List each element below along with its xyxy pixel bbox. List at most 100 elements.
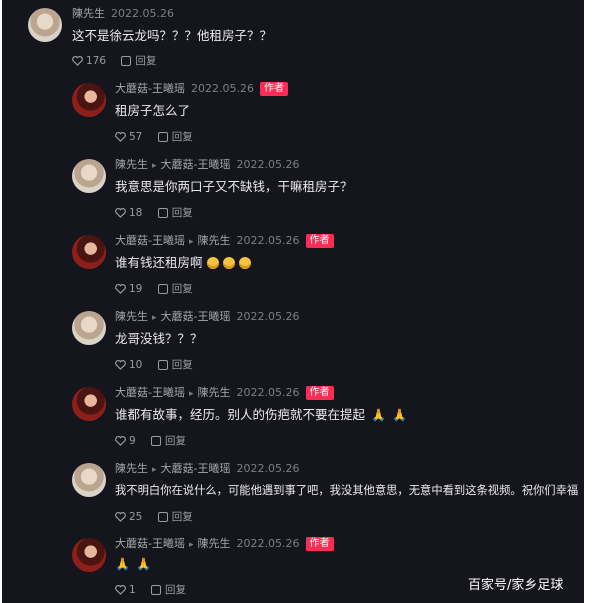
reply-label: 回复 — [171, 283, 193, 295]
comment-text: 我意思是你两口子又不缺钱，干嘛租房子？ — [115, 179, 353, 194]
like-count: 25 — [129, 511, 143, 523]
comment-date: 2022.05.26 — [190, 82, 254, 95]
heart-outline-icon[interactable] — [115, 132, 126, 142]
reply-button[interactable]: 回复 — [157, 511, 193, 523]
author-name[interactable]: 陳先生 — [115, 158, 148, 171]
reply-icon — [151, 436, 162, 446]
comment-text: 🙏 🙏 — [115, 555, 157, 573]
avatar[interactable] — [28, 8, 62, 42]
like-count: 57 — [129, 131, 143, 143]
reply-label: 回复 — [171, 207, 193, 219]
comment-meta: 大蘑菇-王曦瑶 2022.05.26 作者 — [115, 81, 288, 97]
reply-arrow-icon: ▸ — [188, 237, 194, 247]
reply-button[interactable]: 回复 — [157, 359, 193, 371]
author-name[interactable]: 大蘑菇-王曦瑶 — [115, 386, 185, 399]
reply-arrow-icon: ▸ — [188, 389, 194, 399]
comment-meta: 陳先生 ▸ 大蘑菇-王曦瑶 2022.05.26 — [115, 309, 300, 325]
comment-text: 这不是徐云龙吗？？？他租房子？？ — [72, 28, 273, 43]
heart-outline-icon[interactable] — [115, 360, 126, 370]
reply-icon — [157, 284, 168, 294]
comment-actions: 57 回复 — [115, 129, 193, 145]
reply-label: 回复 — [171, 131, 193, 143]
heart-outline-icon[interactable] — [115, 436, 126, 446]
praying-hands-icon: 🙏 — [135, 557, 151, 571]
avatar[interactable] — [72, 463, 106, 497]
reply-icon — [157, 208, 168, 218]
reply-icon — [157, 512, 168, 522]
comment-actions: 19 回复 — [115, 281, 193, 297]
praying-hands-icon: 🙏 — [391, 408, 407, 422]
avatar[interactable] — [72, 83, 106, 117]
praying-hands-icon: 🙏 — [115, 557, 130, 571]
like-count: 1 — [129, 584, 136, 596]
reply-label: 回复 — [135, 55, 157, 67]
heart-outline-icon[interactable] — [115, 208, 126, 218]
comment-meta: 陳先生 ▸ 大蘑菇-王曦瑶 2022.05.26 — [115, 461, 300, 477]
comment-item: 大蘑菇-王曦瑶 ▸ 陳先生 2022.05.26 作者 谁有钱还租房啊 19 回复 — [2, 228, 584, 304]
reply-button[interactable]: 回复 — [121, 55, 156, 67]
reply-button[interactable]: 回复 — [157, 283, 193, 295]
author-name[interactable]: 陳先生 — [72, 7, 105, 20]
reply-to-name[interactable]: 大蘑菇-王曦瑶 — [161, 462, 231, 475]
comment-text: 我不明白你在说什么，可能他遇到事了吧，我没其他意思，无意中看到这条视频。祝你们幸… — [115, 484, 579, 497]
reply-button[interactable]: 回复 — [151, 435, 186, 447]
comment-actions: 25 回复 — [115, 509, 193, 525]
author-badge: 作者 — [305, 386, 334, 400]
comment-date: 2022.05.26 — [236, 537, 300, 550]
like-count: 18 — [129, 207, 143, 219]
comment-actions: 9 回复 — [115, 433, 186, 449]
heart-outline-icon[interactable] — [115, 512, 126, 522]
author-name[interactable]: 大蘑菇-王曦瑶 — [115, 234, 185, 247]
like-count: 9 — [129, 435, 136, 447]
reply-to-name[interactable]: 陳先生 — [198, 386, 231, 399]
reply-to-name[interactable]: 陳先生 — [198, 234, 231, 247]
comment-text: 谁有钱还租房啊 — [115, 254, 251, 272]
reply-icon — [157, 132, 168, 142]
comment-meta: 大蘑菇-王曦瑶 ▸ 陳先生 2022.05.26 作者 — [115, 385, 334, 401]
avatar[interactable] — [72, 159, 106, 193]
comment-actions: 18 回复 — [115, 205, 193, 221]
reply-label: 回复 — [171, 511, 193, 523]
heart-outline-icon[interactable] — [115, 585, 126, 595]
reply-label: 回复 — [165, 435, 187, 447]
comment-panel: 陳先生 2022.05.26 这不是徐云龙吗？？？他租房子？？ 176 回复 大蘑… — [2, 0, 584, 603]
comment-item: 陳先生 2022.05.26 这不是徐云龙吗？？？他租房子？？ 176 回复 — [2, 0, 584, 76]
comment-meta: 大蘑菇-王曦瑶 ▸ 陳先生 2022.05.26 作者 — [115, 233, 334, 249]
author-name[interactable]: 大蘑菇-王曦瑶 — [115, 82, 185, 95]
laughing-emoji-icon — [206, 257, 219, 269]
reply-to-name[interactable]: 陳先生 — [198, 537, 231, 550]
reply-icon — [121, 56, 132, 66]
heart-outline-icon[interactable] — [72, 56, 83, 66]
reply-button[interactable]: 回复 — [157, 131, 193, 143]
author-name[interactable]: 陳先生 — [115, 310, 148, 323]
avatar[interactable] — [72, 311, 106, 345]
comment-meta: 陳先生 ▸ 大蘑菇-王曦瑶 2022.05.26 — [115, 157, 300, 173]
comment-text: 租房子怎么了 — [115, 103, 191, 118]
reply-to-name[interactable]: 大蘑菇-王曦瑶 — [161, 310, 231, 323]
reply-arrow-icon: ▸ — [152, 465, 157, 475]
avatar[interactable] — [72, 538, 106, 572]
avatar[interactable] — [72, 387, 106, 421]
comment-date: 2022.05.26 — [236, 234, 300, 247]
reply-arrow-icon: ▸ — [152, 161, 157, 171]
avatar[interactable] — [72, 235, 106, 269]
author-name[interactable]: 大蘑菇-王曦瑶 — [115, 537, 185, 550]
author-badge: 作者 — [305, 537, 334, 551]
like-count: 10 — [129, 359, 143, 371]
comment-date: 2022.05.26 — [236, 158, 300, 171]
comment-text-body: 谁都有故事，经历。别人的伤疤就不要在提起 — [115, 407, 366, 422]
comment-date: 2022.05.26 — [236, 386, 300, 399]
comment-actions: 10 回复 — [115, 357, 193, 373]
like-count: 176 — [86, 55, 107, 67]
author-name[interactable]: 陳先生 — [115, 462, 148, 475]
reply-button[interactable]: 回复 — [157, 207, 193, 219]
comment-item: 陳先生 ▸ 大蘑菇-王曦瑶 2022.05.26 我不明白你在说什么，可能他遇到事了吧… — [2, 456, 584, 532]
comment-item: 陳先生 ▸ 大蘑菇-王曦瑶 2022.05.26 龙哥没钱？？？ 10 回复 — [2, 304, 584, 380]
laughing-emoji-icon — [238, 257, 251, 269]
reply-button[interactable]: 回复 — [151, 584, 186, 596]
praying-hands-icon: 🙏 — [371, 408, 386, 422]
comment-date: 2022.05.26 — [236, 462, 300, 475]
reply-to-name[interactable]: 大蘑菇-王曦瑶 — [161, 158, 231, 171]
heart-outline-icon[interactable] — [115, 284, 126, 294]
reply-icon — [157, 360, 168, 370]
